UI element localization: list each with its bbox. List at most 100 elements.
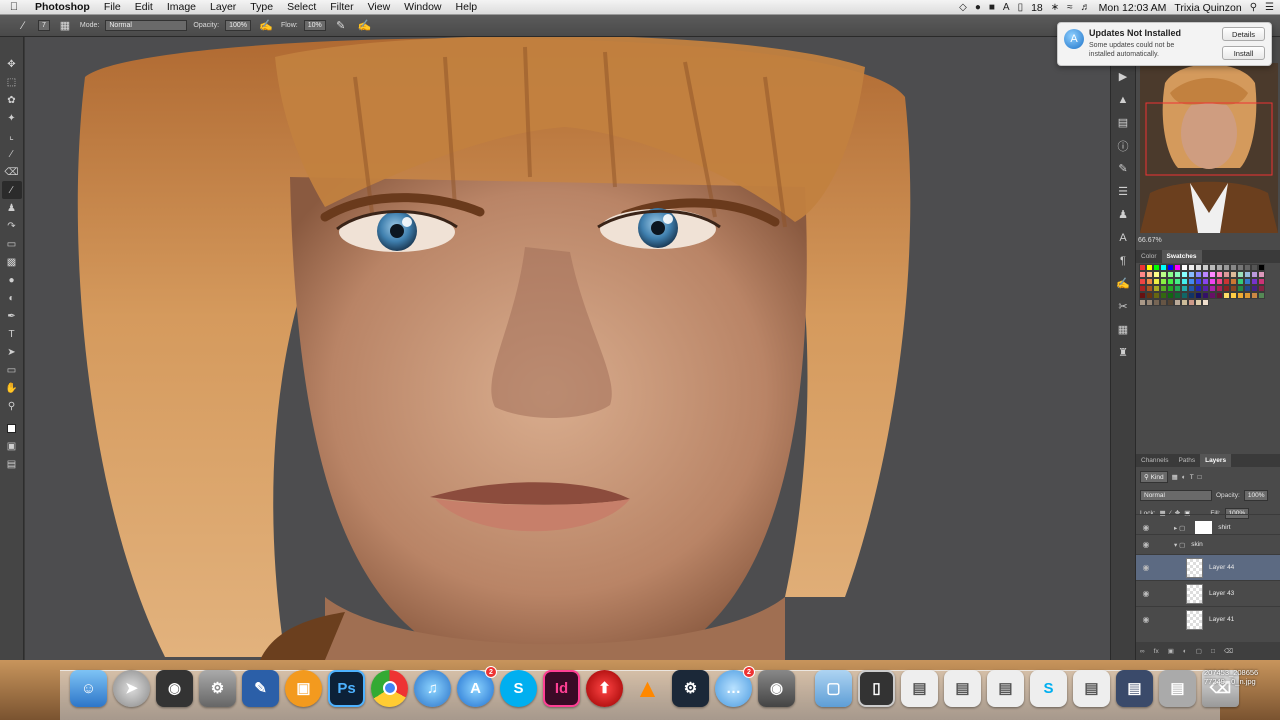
info-icon[interactable]: ⓘ (1114, 136, 1132, 155)
tab-layers[interactable]: Layers (1200, 454, 1232, 467)
filter-adjust-icon[interactable]: ◐ (1182, 474, 1186, 481)
swatch[interactable] (1153, 271, 1160, 278)
flow-field[interactable]: 10% (303, 20, 326, 31)
layer-opacity-field[interactable]: 100% (1243, 489, 1269, 501)
finder-icon[interactable]: ☺ (70, 669, 107, 707)
brush-tool-icon[interactable]: ∕ (14, 18, 32, 34)
swatch[interactable] (1237, 264, 1244, 271)
swatch[interactable] (1188, 271, 1195, 278)
swatch[interactable] (1153, 299, 1160, 306)
swatch[interactable] (1202, 264, 1209, 271)
chrome-icon[interactable] (371, 669, 408, 707)
bluetooth-icon[interactable]: ∗ (1051, 2, 1059, 13)
mode-select[interactable]: Normal (105, 20, 188, 31)
swatch[interactable] (1181, 264, 1188, 271)
marquee-tool-icon[interactable]: ⬚ (2, 73, 22, 91)
pressure-opacity-icon[interactable]: ✍ (257, 18, 275, 34)
add-mask-icon[interactable]: ▣ (1168, 647, 1174, 655)
photoshop-icon[interactable]: Ps (328, 669, 365, 707)
clone-stamp-icon[interactable]: ♟ (2, 199, 22, 217)
swatch[interactable] (1146, 292, 1153, 299)
swatch[interactable] (1230, 271, 1237, 278)
swatch[interactable] (1139, 292, 1146, 299)
swatch[interactable] (1174, 264, 1181, 271)
battery-icon[interactable]: ▯ (1018, 2, 1024, 13)
steam-icon[interactable]: ⚙ (672, 669, 709, 707)
swatch[interactable] (1230, 264, 1237, 271)
link-layers-icon[interactable]: ∞ (1140, 648, 1145, 655)
visibility-eye-icon[interactable]: ◉ (1136, 615, 1156, 624)
swatch[interactable] (1223, 271, 1230, 278)
swatch[interactable] (1167, 292, 1174, 299)
wifi-icon[interactable]: ≈ (1067, 2, 1073, 13)
swatch[interactable] (1230, 285, 1237, 292)
swatch[interactable] (1167, 264, 1174, 271)
swatch[interactable] (1244, 285, 1251, 292)
facetime-icon[interactable]: ◉ (156, 669, 193, 707)
window-thumb-skype-icon[interactable]: S (1030, 669, 1067, 707)
fx-icon[interactable]: fx (1154, 648, 1159, 655)
swatch[interactable] (1230, 278, 1237, 285)
menu-layer[interactable]: Layer (203, 1, 243, 13)
layer-row-layer-44[interactable]: ◉ Layer 44 (1136, 554, 1280, 580)
notification-center-icon[interactable]: ☰ (1265, 2, 1274, 13)
eyedropper-icon[interactable]: ∕ (2, 145, 22, 163)
document-canvas[interactable] (25, 37, 1110, 660)
visibility-eye-icon[interactable]: ◉ (1136, 523, 1156, 532)
tab-channels[interactable]: Channels (1136, 454, 1173, 467)
brush-presets-icon[interactable]: ✎ (1114, 159, 1132, 178)
magic-wand-icon[interactable]: ✦ (2, 109, 22, 127)
layer-row-layer-41[interactable]: ◉ Layer 41 (1136, 606, 1280, 632)
menu-select[interactable]: Select (280, 1, 323, 13)
swatch[interactable] (1251, 278, 1258, 285)
swatch[interactable] (1139, 271, 1146, 278)
lasso-tool-icon[interactable]: ✿ (2, 91, 22, 109)
window-thumb-3-icon[interactable]: ▤ (987, 669, 1024, 707)
visibility-eye-icon[interactable]: ◉ (1136, 540, 1156, 549)
swatch[interactable] (1139, 278, 1146, 285)
swatch[interactable] (1174, 271, 1181, 278)
swatch[interactable] (1167, 299, 1174, 306)
swatch[interactable] (1223, 264, 1230, 271)
swatch[interactable] (1237, 271, 1244, 278)
brush-size[interactable]: 7 (38, 20, 50, 31)
menu-help[interactable]: Help (449, 1, 485, 13)
gradient-tool-icon[interactable]: ▩ (2, 253, 22, 271)
upload-icon[interactable]: ⬆ (586, 669, 623, 707)
swatch[interactable] (1153, 264, 1160, 271)
window-thumb-4-icon[interactable]: ▤ (1073, 669, 1110, 707)
blend-mode-select[interactable]: Normal (1140, 489, 1212, 501)
adjustments-icon[interactable]: ▤ (1114, 113, 1132, 132)
brush-panel-icon[interactable]: ▦ (56, 18, 74, 34)
swatch[interactable] (1202, 285, 1209, 292)
swatch[interactable] (1237, 292, 1244, 299)
pressure-size-icon[interactable]: ✍ (356, 18, 374, 34)
opacity-field[interactable]: 100% (225, 20, 251, 31)
filter-shape-icon[interactable]: □ (1198, 474, 1202, 481)
filter-type-icon[interactable]: T (1190, 474, 1194, 481)
tab-paths[interactable]: Paths (1173, 454, 1200, 467)
swatch[interactable] (1160, 285, 1167, 292)
swatch[interactable] (1258, 292, 1265, 299)
launchpad-icon[interactable]: ➤ (113, 669, 150, 707)
preview-icon[interactable]: ✎ (242, 669, 279, 707)
app-menu[interactable]: Photoshop (28, 1, 97, 13)
swatch[interactable] (1139, 285, 1146, 292)
type-tool-icon[interactable]: T (2, 325, 22, 343)
swatch[interactable] (1216, 292, 1223, 299)
swatch[interactable] (1258, 264, 1265, 271)
clone-source-icon[interactable]: ♟ (1114, 205, 1132, 224)
swatch[interactable] (1209, 285, 1216, 292)
menu-image[interactable]: Image (160, 1, 203, 13)
swatch[interactable] (1230, 292, 1237, 299)
character-icon[interactable]: A (1114, 228, 1132, 247)
swatch[interactable] (1174, 299, 1181, 306)
play-actions-icon[interactable]: ▶ (1114, 67, 1132, 86)
brush-tool-icon[interactable]: ∕ (1, 181, 22, 199)
swatch[interactable] (1202, 292, 1209, 299)
filter-pixel-icon[interactable]: ▦ (1172, 473, 1178, 481)
swatch[interactable] (1244, 292, 1251, 299)
swatch[interactable] (1188, 285, 1195, 292)
tab-color[interactable]: Color (1136, 250, 1162, 263)
layer-row-layer-43[interactable]: ◉ Layer 43 (1136, 580, 1280, 606)
